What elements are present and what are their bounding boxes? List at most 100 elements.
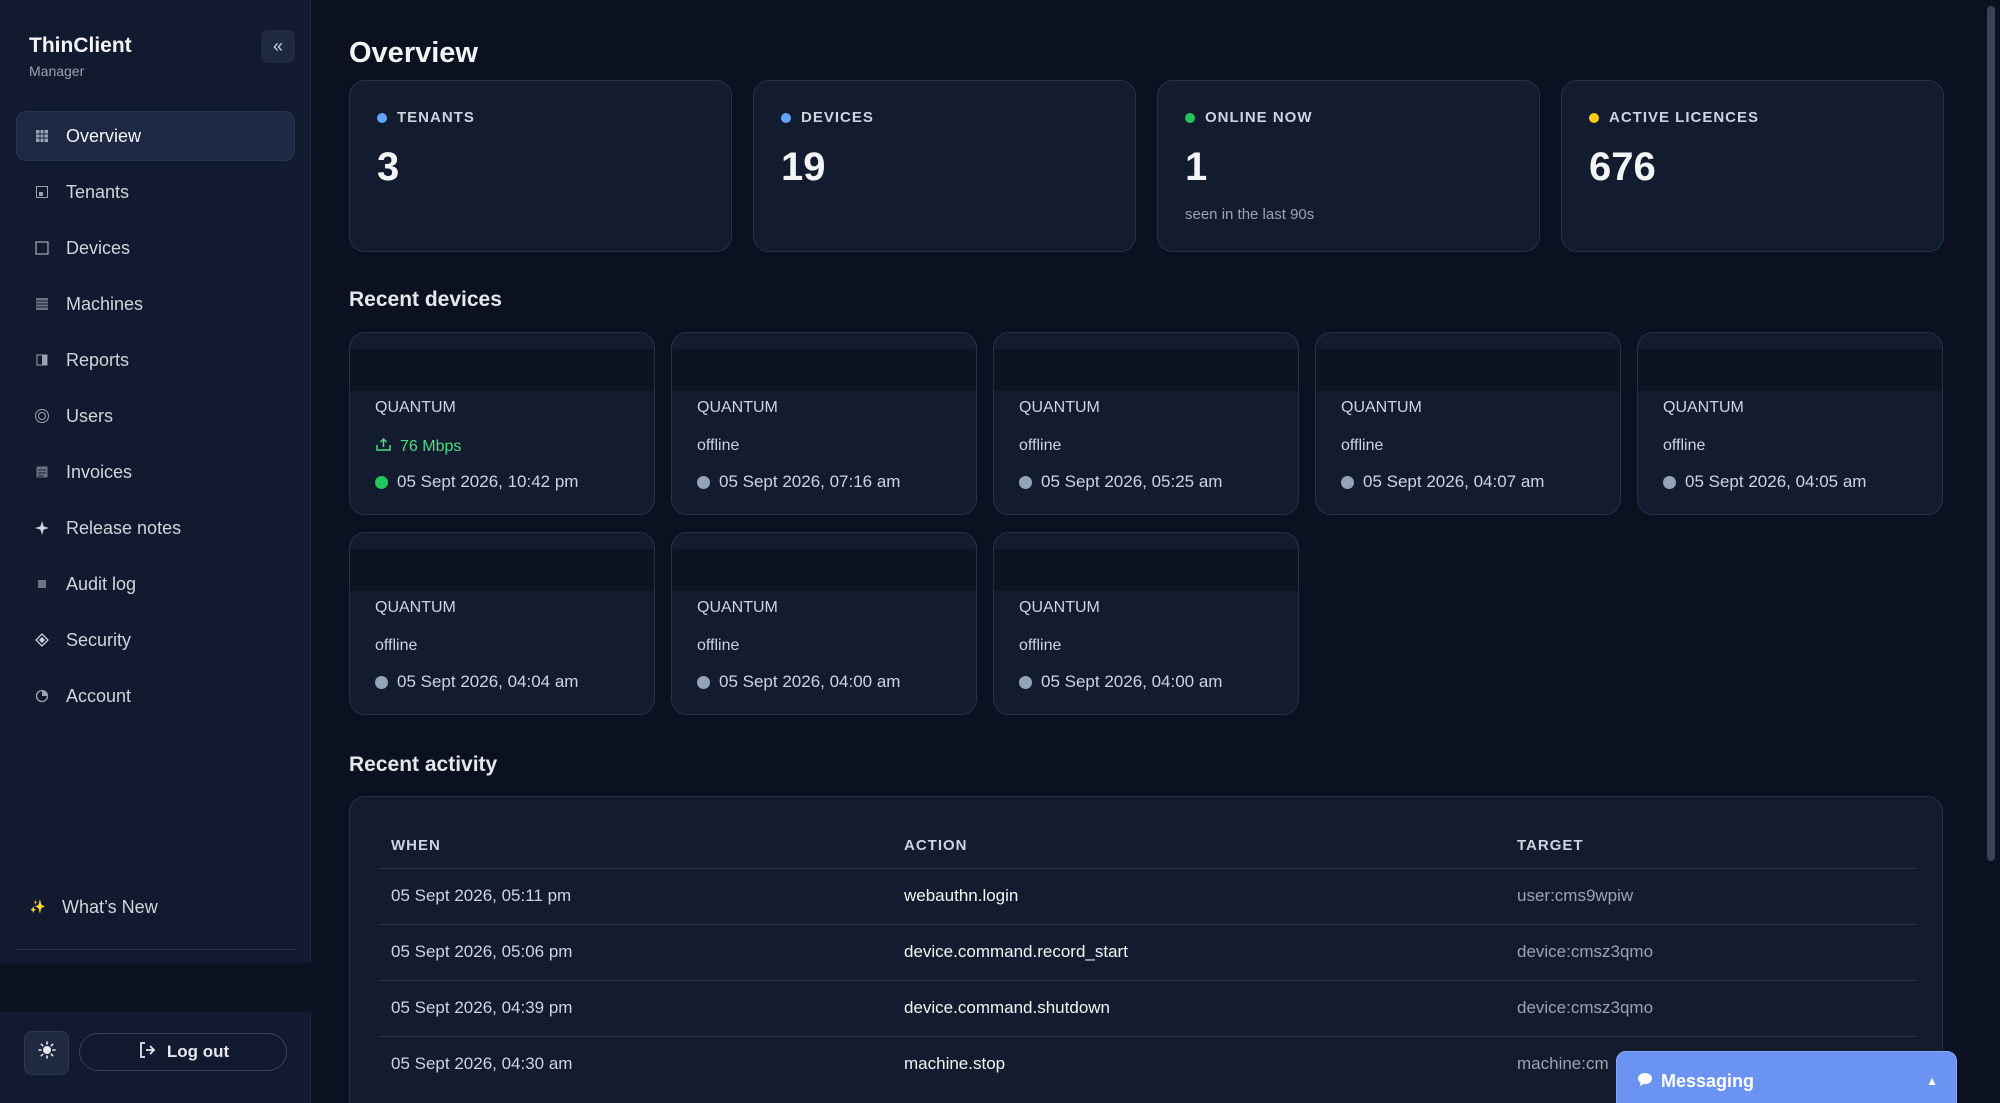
device-card[interactable]: QUANTUM 76 Mbps 05 Sept 2026, 10:42 pm	[349, 332, 655, 515]
device-status: offline	[1019, 637, 1062, 654]
table-cell-target[interactable]: device:cmsz3qmo	[1517, 998, 1653, 1018]
sidebar-item-devices[interactable]: Devices	[16, 223, 295, 273]
stat-subtext: seen in the last 90s	[1185, 206, 1315, 223]
device-time-text: 05 Sept 2026, 04:00 am	[1041, 672, 1223, 691]
offline-dot-icon	[1663, 475, 1676, 489]
offline-dot-icon	[697, 675, 710, 689]
device-model: QUANTUM	[1019, 399, 1100, 416]
device-time-text: 05 Sept 2026, 04:05 am	[1685, 472, 1867, 491]
bandwidth-icon	[375, 437, 392, 457]
brand-subtitle: Manager	[29, 63, 85, 79]
device-card[interactable]: QUANTUM offline 05 Sept 2026, 04:07 am	[1315, 332, 1621, 515]
device-card[interactable]: QUANTUM offline 05 Sept 2026, 07:16 am	[671, 332, 977, 515]
stat-value: 1	[1185, 145, 1208, 189]
sidebar-item-label: Account	[66, 685, 132, 706]
report-icon	[34, 352, 50, 368]
stat-card-devices[interactable]: DEVICES 19	[753, 80, 1136, 252]
sidebar-item-release-notes[interactable]: Release notes	[16, 503, 295, 553]
column-header-action: ACTION	[904, 837, 968, 854]
sidebar-item-users[interactable]: Users	[16, 391, 295, 441]
stat-value: 3	[377, 145, 400, 189]
stat-value: 19	[781, 145, 826, 189]
sidebar-item-label: Reports	[66, 349, 130, 370]
stat-label-text: ACTIVE LICENCES	[1609, 109, 1760, 126]
device-time-text: 05 Sept 2026, 07:16 am	[719, 472, 901, 491]
device-card[interactable]: QUANTUM offline 05 Sept 2026, 04:05 am	[1637, 332, 1943, 515]
column-header-target: TARGET	[1517, 837, 1584, 854]
device-model: QUANTUM	[1019, 599, 1100, 616]
column-header-when: WHEN	[391, 837, 441, 854]
device-last-seen: 05 Sept 2026, 04:00 am	[1019, 672, 1222, 692]
device-status: offline	[697, 637, 740, 654]
sidebar-item-account[interactable]: Account	[16, 671, 295, 721]
theme-toggle-button[interactable]	[24, 1031, 69, 1075]
sidebar-item-label: Audit log	[66, 573, 137, 594]
device-card[interactable]: QUANTUM offline 05 Sept 2026, 04:00 am	[671, 532, 977, 715]
whats-new-label: What’s New	[62, 896, 158, 917]
status-dot-icon	[1185, 112, 1195, 123]
sidebar-divider	[16, 949, 295, 950]
recent-devices-title: Recent devices	[349, 288, 502, 311]
device-status: 76 Mbps	[375, 437, 461, 457]
stat-label: TENANTS	[377, 109, 475, 126]
table-cell-when: 05 Sept 2026, 04:39 pm	[391, 998, 573, 1017]
device-status: offline	[1341, 437, 1384, 454]
device-card[interactable]: QUANTUM offline 05 Sept 2026, 04:00 am	[993, 532, 1299, 715]
sidebar-item-overview[interactable]: Overview	[16, 111, 295, 161]
logout-label: Log out	[166, 1042, 230, 1061]
stat-label-text: DEVICES	[801, 109, 874, 126]
brand: ThinClient Manager	[29, 34, 132, 79]
table-cell-action: webauthn.login	[904, 886, 1019, 905]
device-time-text: 05 Sept 2026, 04:00 am	[719, 672, 901, 691]
device-model: QUANTUM	[1663, 399, 1744, 416]
sidebar: ThinClient Manager « Overview Tenants De…	[0, 0, 311, 1103]
sidebar-item-label: Machines	[66, 293, 144, 314]
sidebar-item-security[interactable]: Security	[16, 615, 295, 665]
sidebar-item-label: Devices	[66, 237, 131, 258]
collapse-sidebar-button[interactable]: «	[261, 30, 295, 63]
device-card-header	[672, 349, 976, 391]
device-card[interactable]: QUANTUM offline 05 Sept 2026, 05:25 am	[993, 332, 1299, 515]
device-status: offline	[697, 437, 740, 454]
offline-dot-icon	[375, 675, 388, 689]
sidebar-item-label: Security	[66, 629, 132, 650]
messaging-widget-button[interactable]: Messaging ▲	[1616, 1051, 1957, 1103]
device-card-header	[994, 549, 1298, 591]
whats-new-link[interactable]: ✨ What’s New	[30, 892, 158, 922]
stat-card-active-licences[interactable]: ACTIVE LICENCES 676	[1561, 80, 1944, 252]
logout-button[interactable]: Log out	[79, 1033, 287, 1071]
table-cell-action: device.command.record_start	[904, 942, 1128, 961]
offline-dot-icon	[1019, 675, 1032, 689]
device-model: QUANTUM	[375, 599, 456, 616]
device-model: QUANTUM	[375, 399, 456, 416]
stat-label: ACTIVE LICENCES	[1589, 109, 1759, 126]
scrollbar-thumb[interactable]	[1987, 6, 1995, 861]
device-time-text: 05 Sept 2026, 04:07 am	[1363, 472, 1545, 491]
sidebar-item-audit-log[interactable]: Audit log	[16, 559, 295, 609]
stat-card-tenants[interactable]: TENANTS 3	[349, 80, 732, 252]
sidebar-item-machines[interactable]: Machines	[16, 279, 295, 329]
device-status-text: 76 Mbps	[400, 438, 462, 455]
sidebar-item-reports[interactable]: Reports	[16, 335, 295, 385]
table-cell-action: device.command.shutdown	[904, 998, 1111, 1017]
table-cell-target[interactable]: user:cms9wpiw	[1517, 886, 1633, 906]
table-divider	[378, 924, 1916, 925]
sidebar-item-label: Tenants	[66, 181, 130, 202]
users-icon	[34, 408, 50, 424]
device-last-seen: 05 Sept 2026, 05:25 am	[1019, 472, 1222, 492]
online-dot-icon	[375, 475, 388, 489]
sidebar-item-tenants[interactable]: Tenants	[16, 167, 295, 217]
stat-label-text: ONLINE NOW	[1205, 109, 1313, 126]
offline-dot-icon	[1341, 475, 1354, 489]
sidebar-item-invoices[interactable]: Invoices	[16, 447, 295, 497]
table-cell-target[interactable]: device:cmsz3qmo	[1517, 942, 1653, 962]
page-title: Overview	[349, 37, 478, 69]
device-last-seen: 05 Sept 2026, 04:04 am	[375, 672, 578, 692]
device-card[interactable]: QUANTUM offline 05 Sept 2026, 04:04 am	[349, 532, 655, 715]
table-cell-target[interactable]: machine:cm	[1517, 1054, 1609, 1074]
stat-card-online-now[interactable]: ONLINE NOW 1 seen in the last 90s	[1157, 80, 1540, 252]
sidebar-footer-band	[0, 963, 311, 1012]
device-time-text: 05 Sept 2026, 04:04 am	[397, 672, 579, 691]
table-cell-when: 05 Sept 2026, 05:06 pm	[391, 942, 573, 961]
device-time-text: 05 Sept 2026, 05:25 am	[1041, 472, 1223, 491]
